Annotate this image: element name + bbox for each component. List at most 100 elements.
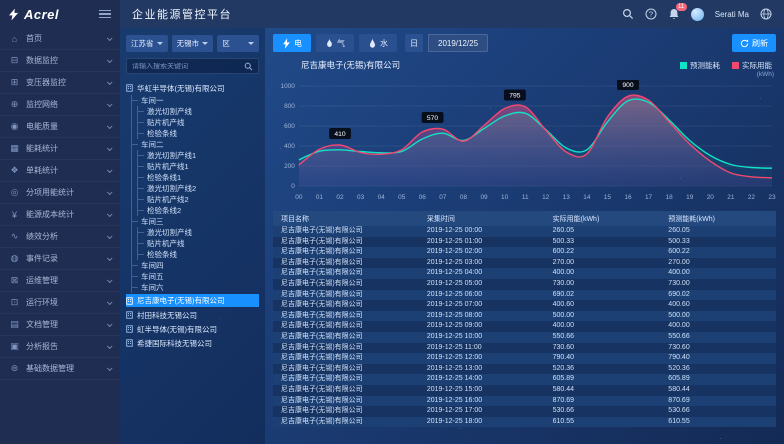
- city-select[interactable]: 无锡市: [172, 35, 214, 52]
- table-column-header: 实际用能(kWh): [545, 211, 661, 226]
- sidebar-item-subitem-energy-stats[interactable]: ◎分项用能统计: [0, 182, 120, 204]
- tree-workshop-node[interactable]: 车间三: [132, 216, 259, 227]
- refresh-icon: [740, 39, 749, 48]
- chevron-down-icon: [107, 189, 113, 195]
- tree-workshop-node[interactable]: 车间六: [132, 282, 259, 293]
- tree-line-node[interactable]: 激光切割产线: [138, 227, 259, 238]
- svg-text:900: 900: [622, 82, 633, 89]
- tree-line-node[interactable]: 激光切割产线1: [138, 150, 259, 161]
- tree-branch: 车间一激光切割产线贴片机产线检验条线车间二激光切割产线1贴片机产线1检验条线1激…: [131, 95, 259, 293]
- sidebar-item-performance-analysis[interactable]: ∿绩效分析: [0, 226, 120, 248]
- svg-text:11: 11: [522, 194, 529, 201]
- search-icon[interactable]: [622, 8, 634, 20]
- table-row: 尼吉康电子(无锡)有限公司2019-12-25 07:00400.60400.6…: [273, 300, 776, 311]
- table-cell: 尼吉康电子(无锡)有限公司: [273, 258, 419, 269]
- tree-branch: 激光切割产线贴片机产线检验条线: [137, 106, 259, 139]
- tree-search-input[interactable]: [132, 63, 241, 70]
- tree-company-node[interactable]: 虹半导体(无锡)有限公司: [126, 322, 259, 336]
- sidebar-item-operation-maintenance[interactable]: ⊠运维管理: [0, 270, 120, 292]
- tree-line-node[interactable]: 检验条线: [138, 249, 259, 260]
- tab-electricity[interactable]: 电: [273, 34, 311, 52]
- search-icon[interactable]: [244, 62, 253, 71]
- tree-node-label: 尼吉康电子(无锡)有限公司: [137, 295, 225, 306]
- tree-workshop-node[interactable]: 车间四: [132, 260, 259, 271]
- table-cell: 400.60: [660, 300, 776, 311]
- tree-line-node[interactable]: 检验条线: [138, 128, 259, 139]
- table-cell: 2019-12-25 04:00: [419, 268, 545, 279]
- table-row: 尼吉康电子(无锡)有限公司2019-12-25 03:00270.00270.0…: [273, 258, 776, 269]
- tree-line-node[interactable]: 贴片机产线: [138, 238, 259, 249]
- tree-company-node[interactable]: 华虹半导体(无锡)有限公司: [126, 81, 259, 95]
- tab-water[interactable]: 水: [359, 34, 397, 52]
- sidebar-item-label: 绩效分析: [26, 231, 58, 242]
- chevron-down-icon: [157, 42, 163, 45]
- tree-workshop-node[interactable]: 车间二: [132, 139, 259, 150]
- sidebar-item-energy-consumption-stats[interactable]: ▦能耗统计: [0, 138, 120, 160]
- tree-line-node[interactable]: 检验条线2: [138, 205, 259, 216]
- tree-company-node-selected[interactable]: 尼吉康电子(无锡)有限公司: [126, 294, 259, 307]
- table-cell: 2019-12-25 09:00: [419, 321, 545, 332]
- legend-actual[interactable]: 实际用能: [732, 60, 772, 71]
- tree-line-node[interactable]: 检验条线1: [138, 172, 259, 183]
- energy-toolbar: 电 气 水 日 2019/12/25 刷新: [273, 34, 776, 52]
- unit-consumption-stats-icon: ❖: [9, 165, 20, 176]
- tree-line-node[interactable]: 激光切割产线: [138, 106, 259, 117]
- tree-node-label: 激光切割产线2: [147, 183, 196, 194]
- tree-node-label: 激光切割产线: [147, 106, 192, 117]
- district-select[interactable]: 区: [217, 35, 259, 52]
- sidebar-item-transformer-monitor[interactable]: ⊞变压器监控: [0, 72, 120, 94]
- tree-workshop-node[interactable]: 车间一: [132, 95, 259, 106]
- tab-gas[interactable]: 气: [316, 34, 354, 52]
- province-select[interactable]: 江苏省: [126, 35, 168, 52]
- notification-badge: 11: [676, 3, 687, 11]
- tree-company-node[interactable]: 村田科技无锡公司: [126, 308, 259, 322]
- legend-predicted[interactable]: 预测能耗: [680, 60, 720, 71]
- org-tree: 华虹半导体(无锡)有限公司车间一激光切割产线贴片机产线检验条线车间二激光切割产线…: [126, 81, 259, 444]
- sidebar-item-unit-consumption-stats[interactable]: ❖单耗统计: [0, 160, 120, 182]
- sidebar-item-monitor-network[interactable]: ⊕监控网络: [0, 94, 120, 116]
- tree-workshop-node[interactable]: 车间五: [132, 271, 259, 282]
- table-cell: 270.00: [660, 258, 776, 269]
- chevron-down-icon: [107, 123, 113, 129]
- date-granularity-button[interactable]: 日: [405, 34, 423, 52]
- svg-text:600: 600: [284, 123, 295, 130]
- tree-line-node[interactable]: 贴片机产线1: [138, 161, 259, 172]
- sidebar-item-home[interactable]: ⌂首页: [0, 28, 120, 50]
- menu-collapse-icon[interactable]: [99, 7, 111, 22]
- tree-line-node[interactable]: 贴片机产线2: [138, 194, 259, 205]
- table-cell: 2019-12-25 16:00: [419, 396, 545, 407]
- notifications-bell-icon[interactable]: 11: [668, 8, 680, 20]
- sidebar-item-power-quality[interactable]: ◉电能质量: [0, 116, 120, 138]
- language-globe-icon[interactable]: [760, 8, 772, 20]
- tree-node-label: 车间六: [141, 282, 164, 293]
- table-row: 尼吉康电子(无锡)有限公司2019-12-25 14:00605.89605.8…: [273, 374, 776, 385]
- sidebar-item-label: 首页: [26, 33, 42, 44]
- sidebar-item-analysis-report[interactable]: ▣分析报告: [0, 336, 120, 358]
- tree-line-node[interactable]: 贴片机产线: [138, 117, 259, 128]
- sidebar-item-event-record[interactable]: ◍事件记录: [0, 248, 120, 270]
- sidebar-item-data-monitor[interactable]: ⊟数据监控: [0, 50, 120, 72]
- date-picker[interactable]: 2019/12/25: [428, 34, 488, 52]
- tree-company-node[interactable]: 希捷国际科技无锡公司: [126, 336, 259, 350]
- bolt-icon: [282, 38, 291, 49]
- runtime-environment-icon: ⊡: [9, 297, 20, 308]
- top-header: Acrel 企业能源管控平台 ? 11 Serati Ma: [0, 0, 784, 28]
- energy-area-chart: 0200400600800100041057079590000010203040…: [273, 80, 776, 206]
- help-icon[interactable]: ?: [645, 8, 657, 20]
- chevron-down-icon: [107, 57, 113, 63]
- refresh-button[interactable]: 刷新: [732, 34, 776, 52]
- table-column-header: 项目名称: [273, 211, 419, 226]
- table-cell: 2019-12-25 18:00: [419, 417, 545, 428]
- svg-text:13: 13: [563, 194, 571, 201]
- sidebar-item-document-management[interactable]: ▤文档管理: [0, 314, 120, 336]
- sidebar-item-label: 数据监控: [26, 55, 58, 66]
- flame-icon: [325, 38, 334, 49]
- sidebar-item-energy-cost-stats[interactable]: ¥能源成本统计: [0, 204, 120, 226]
- sidebar-item-runtime-environment[interactable]: ⊡运行环境: [0, 292, 120, 314]
- sidebar-item-basic-data-management[interactable]: ⊜基础数据管理: [0, 358, 120, 380]
- region-filters: 江苏省 无锡市 区: [126, 35, 259, 52]
- avatar[interactable]: [691, 8, 704, 21]
- main-panel: 电 气 水 日 2019/12/25 刷新: [265, 28, 784, 444]
- table-cell: 2019-12-25 11:00: [419, 343, 545, 354]
- tree-line-node[interactable]: 激光切割产线2: [138, 183, 259, 194]
